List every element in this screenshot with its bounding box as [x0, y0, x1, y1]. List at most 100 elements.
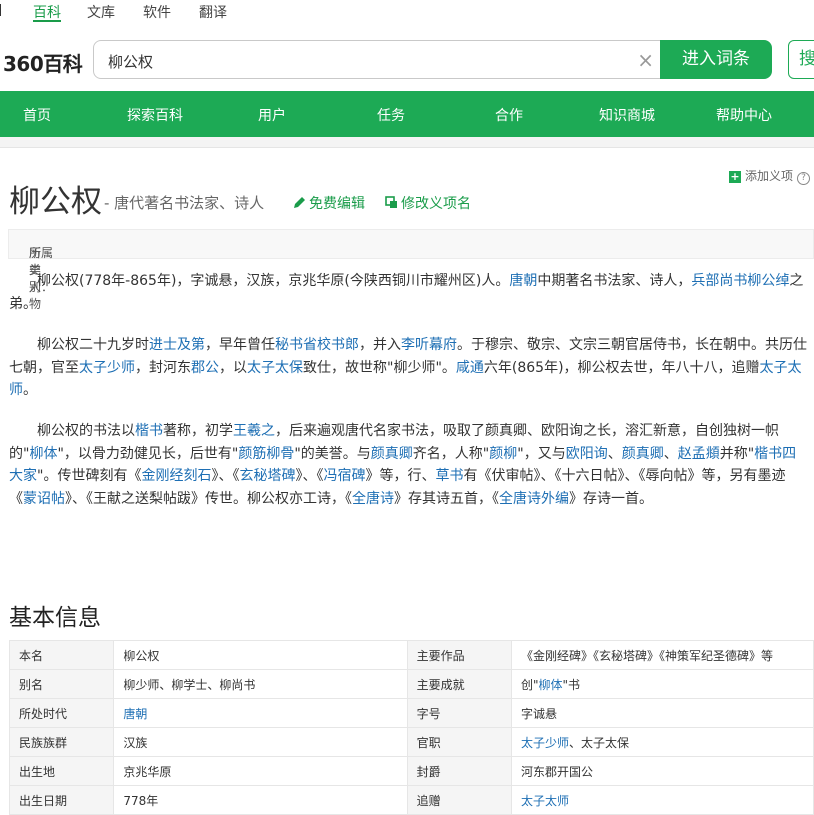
text-segment: 并称" [719, 445, 755, 462]
text-segment: 齐名，人称" [412, 445, 490, 462]
inline-link[interactable]: 颜真卿 [622, 446, 664, 462]
text-segment: 字诚悬 [520, 706, 557, 721]
inline-link[interactable]: 全唐诗外编 [499, 491, 569, 507]
help-icon[interactable]: ? [797, 172, 811, 185]
inline-link[interactable]: 唐朝 [509, 273, 537, 289]
inline-link[interactable]: 冯宿碑 [323, 468, 365, 484]
inline-link[interactable]: 咸通 [456, 360, 484, 376]
text-segment: 柳少师、柳学士、柳尚书 [123, 677, 256, 692]
inline-link[interactable]: 王羲之 [233, 423, 275, 439]
nav-store[interactable]: 知识商城 [599, 105, 655, 125]
nav-help[interactable]: 帮助中心 [716, 105, 772, 125]
inline-link[interactable]: 唐朝 [123, 707, 147, 721]
active-tab-underline [33, 20, 61, 22]
info-value: 柳少师、柳学士、柳尚书 [113, 669, 408, 699]
text-segment: "书 [562, 677, 581, 692]
search-box[interactable]: 柳公权 × [93, 40, 675, 79]
nav-cooperation[interactable]: 合作 [495, 105, 523, 125]
inline-link[interactable]: 太子太保 [247, 360, 303, 376]
info-key: 所处时代 [8, 698, 115, 728]
basic-info-table: 本名 柳公权 主要作品 《金刚经碑》《玄秘塔碑》《神策军纪圣德碑》等 别名 柳少师、柳学士… [8, 640, 814, 815]
inline-link[interactable]: 李听幕府 [401, 337, 457, 353]
inline-link[interactable]: 蒙诏帖 [23, 491, 65, 507]
inline-link[interactable]: 楷书 [135, 423, 163, 439]
pencil-icon [294, 197, 305, 208]
search-input[interactable]: 柳公权 [108, 51, 153, 72]
inline-link[interactable]: 太子少师 [521, 736, 569, 750]
rename-icon [385, 196, 397, 208]
info-value: 778年 [113, 785, 408, 815]
plus-icon: + [729, 170, 741, 183]
info-value: 创"柳体"书 [510, 669, 814, 699]
inline-link[interactable]: 进士及第 [149, 337, 205, 353]
nav-explore[interactable]: 探索百科 [127, 105, 183, 125]
edit-label: 免费编辑 [309, 196, 365, 212]
inline-link[interactable]: 赵孟頫 [678, 446, 720, 462]
main-nav: 首页 探索百科 用户 任务 合作 知识商城 帮助中心 [0, 91, 814, 137]
text-segment: 致仕，故世称"柳少师"。 [303, 359, 456, 376]
nav-users[interactable]: 用户 [258, 105, 286, 125]
tab-wenku[interactable]: 文库 [87, 2, 115, 22]
site-logo[interactable]: 360百科 [3, 48, 83, 77]
page-title: 柳公权 [9, 184, 102, 220]
info-value: 太子少师、太子太保 [510, 727, 814, 757]
rename-button[interactable]: 修改义项名 [385, 193, 471, 213]
info-row: 民族族群 汉族 官职 太子少师、太子太保 [8, 727, 814, 757]
inline-link[interactable]: 颜真卿 [371, 446, 413, 462]
text-segment: 柳公权二十九岁时 [37, 337, 149, 353]
inline-link[interactable]: 柳体 [539, 678, 563, 692]
text-segment: 中期著名书法家、诗人， [537, 273, 692, 289]
edit-button[interactable]: 免费编辑 [293, 193, 365, 213]
inline-link[interactable]: 金刚经刻石 [141, 468, 211, 484]
text-segment: 、 [663, 445, 678, 462]
inline-link[interactable]: 太子太师 [521, 794, 569, 808]
inline-link[interactable]: 秘书省校书郎 [275, 337, 359, 353]
text-segment: 》、《 [295, 468, 324, 484]
add-sense-button[interactable]: + 添加义项? [729, 167, 811, 185]
info-row: 所处时代 唐朝 字号 字诚悬 [8, 698, 814, 728]
enter-entry-button[interactable]: 进入词条 [660, 40, 772, 79]
inline-link[interactable]: 太子少师 [79, 360, 135, 376]
info-value: 太子太师 [510, 785, 814, 815]
text-segment: 京兆华原 [123, 764, 172, 779]
nav-home[interactable]: 首页 [23, 105, 51, 125]
info-value: 河东郡开国公 [510, 756, 814, 786]
inline-link[interactable]: 兵部尚书柳公绰 [691, 273, 789, 289]
search-button[interactable]: 搜 [788, 40, 814, 79]
rename-label: 修改义项名 [401, 196, 471, 212]
text-segment: 创" [520, 677, 539, 692]
nav-tasks[interactable]: 任务 [377, 105, 405, 125]
inline-link[interactable]: 玄秘塔碑 [239, 468, 295, 484]
info-key: 民族族群 [8, 727, 115, 757]
inline-link[interactable]: 柳体 [29, 446, 57, 462]
add-sense-label: 添加义项 [745, 169, 794, 183]
top-nav: 百科 文库 软件 翻译 [0, 0, 814, 22]
tab-baike[interactable]: 百科 [33, 2, 61, 22]
info-value: 字诚悬 [510, 698, 814, 728]
text-segment: 柳公权 [123, 648, 160, 663]
info-value: 唐朝 [113, 698, 408, 728]
info-key: 别名 [8, 669, 115, 699]
text-segment: ，早年曾任 [205, 337, 275, 353]
text-segment: 》等，行、 [365, 468, 436, 484]
inline-link[interactable]: 颜柳 [489, 446, 517, 462]
info-key: 主要作品 [406, 640, 512, 670]
tab-translate[interactable]: 翻译 [199, 2, 227, 22]
clear-icon[interactable]: × [637, 48, 654, 72]
info-value: 柳公权 [113, 640, 408, 670]
text-segment: "。传世碑刻有《 [37, 468, 142, 484]
info-key: 追赠 [406, 785, 512, 815]
tab-software[interactable]: 软件 [143, 2, 171, 22]
info-value: 《金刚经碑》《玄秘塔碑》《神策军纪圣德碑》等 [510, 640, 814, 670]
info-row: 别名 柳少师、柳学士、柳尚书 主要成就 创"柳体"书 [8, 669, 814, 699]
inline-link[interactable]: 欧阳询 [566, 446, 608, 462]
inline-link[interactable]: 郡公 [191, 360, 219, 376]
divider [0, 137, 814, 148]
text-segment: 柳公权的书法以 [37, 423, 135, 439]
text-segment: 》、《 [211, 468, 240, 484]
info-key: 字号 [406, 698, 512, 728]
inline-link[interactable]: 草书 [435, 468, 463, 484]
inline-link[interactable]: 颜筋柳骨 [238, 446, 294, 462]
inline-link[interactable]: 全唐诗 [352, 491, 394, 507]
text-segment: "，又与 [517, 445, 566, 462]
